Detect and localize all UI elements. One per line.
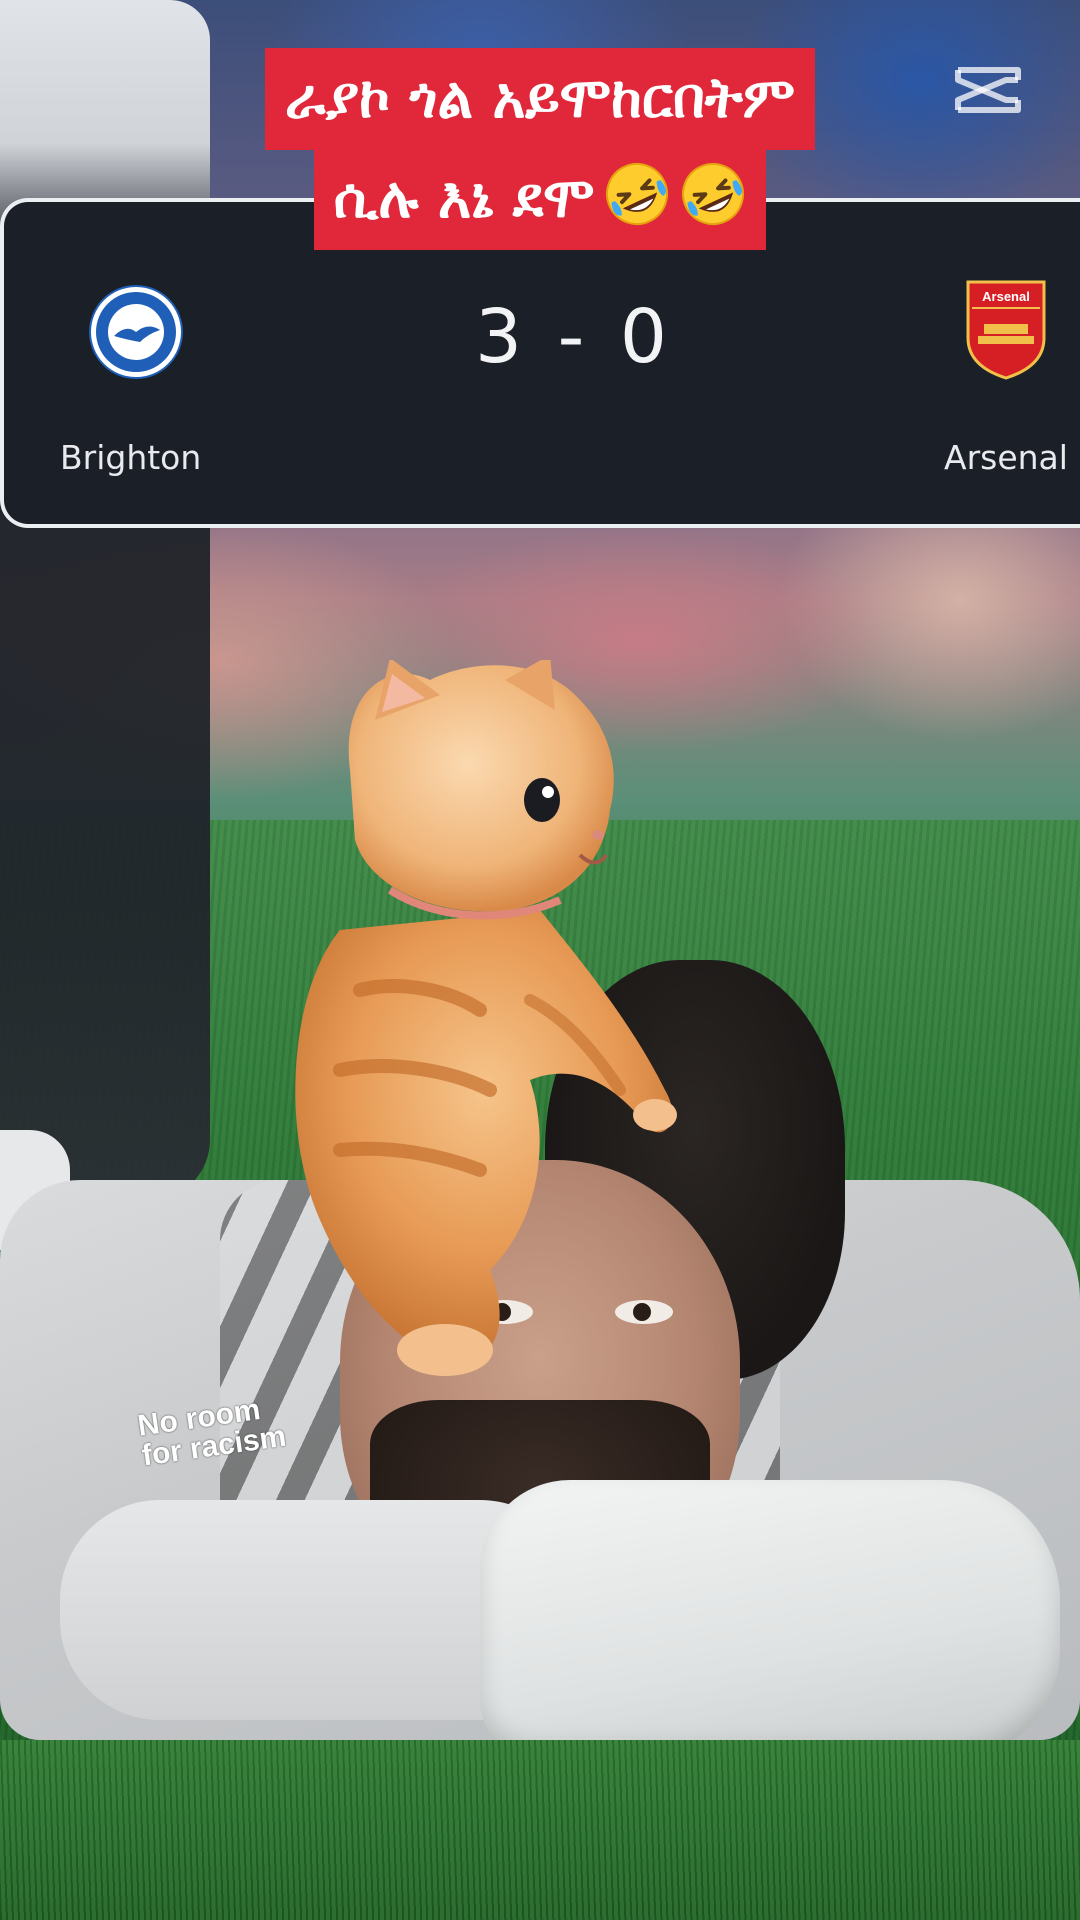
caption: ራያኮ ጎል አይሞከርበትም ሲሉ እኔ ደሞ (0, 48, 1080, 250)
cat-sticker (280, 655, 700, 1380)
cat-illustration (295, 655, 677, 1376)
home-team-name: Brighton (60, 438, 202, 477)
laughing-emoji-icon (604, 161, 670, 227)
video-frame: No room for racism ራያኮ ጎል አይሞከርበትም ሲሉ እኔ… (0, 0, 1080, 1920)
goalkeeper-glove (480, 1480, 1060, 1760)
arsenal-crest-text: Arsenal (982, 289, 1030, 304)
foreground-grass (0, 1740, 1080, 1920)
away-team-name: Arsenal (944, 438, 1068, 477)
arsenal-crest-icon: Arsenal (964, 278, 1048, 382)
caption-line-1: ራያኮ ጎል አይሞከርበትም (264, 48, 816, 150)
caption-line-2-text: ሲሉ እኔ ደሞ (333, 166, 595, 231)
match-score: 3 - 0 (475, 294, 673, 380)
laughing-emoji-icon (680, 161, 746, 227)
caption-line-2: ሲሉ እኔ ደሞ (313, 148, 767, 250)
brighton-crest-icon (88, 284, 184, 380)
capcut-logo-icon (950, 60, 1026, 120)
